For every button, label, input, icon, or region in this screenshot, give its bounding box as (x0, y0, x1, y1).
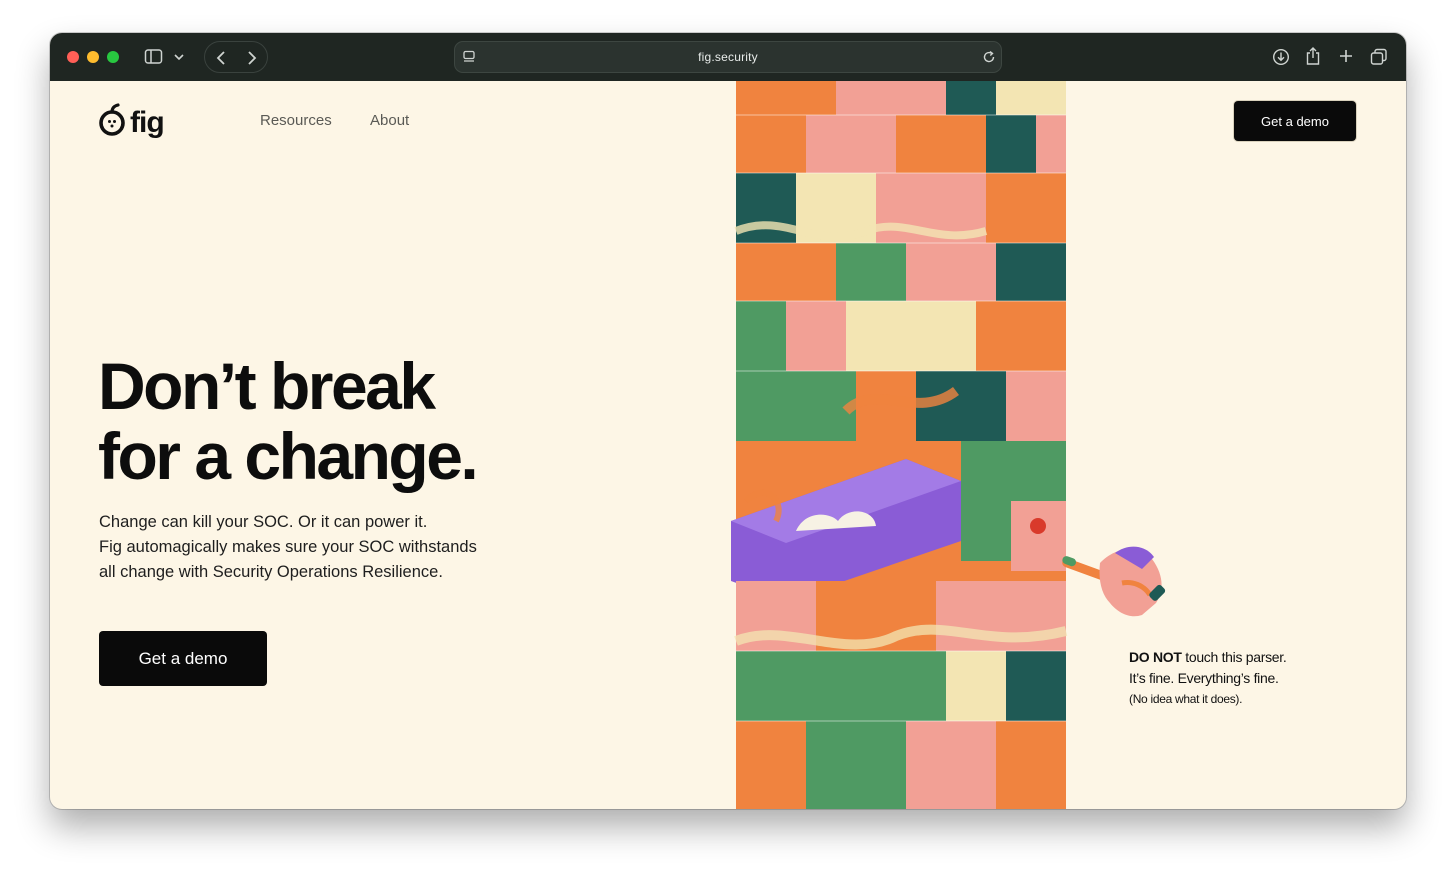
caption-rest: touch this parser. (1181, 649, 1287, 665)
fig-logo[interactable]: fig (98, 103, 165, 142)
caption-line-3: (No idea what it does). (1129, 692, 1243, 706)
address-bar[interactable]: fig.security (454, 41, 1002, 73)
hero-get-demo-button[interactable]: Get a demo (99, 631, 267, 686)
hero-headline: Don’t break for a change. (98, 349, 479, 493)
block-tower-illustration (731, 81, 1068, 809)
caption-line-1: DO NOT touch this parser. (1129, 647, 1287, 668)
tabs-overview-icon[interactable] (1370, 48, 1388, 71)
url-text: fig.security (698, 50, 758, 64)
caption-bold: DO NOT (1129, 649, 1182, 665)
chevron-down-icon[interactable] (173, 50, 185, 68)
download-icon[interactable] (1272, 48, 1290, 71)
nav-about[interactable]: About (370, 112, 409, 129)
fig-logo-icon (98, 103, 126, 142)
web-page: fig Resources About Get a demo Don’t bre… (50, 81, 1406, 809)
subcopy-line-1: Change can kill your SOC. Or it can powe… (99, 513, 428, 531)
illustration-caption: DO NOT touch this parser. It’s fine. Eve… (1129, 647, 1287, 709)
history-nav-group (204, 41, 268, 73)
new-tab-icon[interactable] (1338, 48, 1354, 69)
hero-subcopy: Change can kill your SOC. Or it can powe… (99, 510, 529, 585)
share-icon[interactable] (1305, 46, 1321, 71)
nav-resources[interactable]: Resources (260, 112, 332, 129)
reload-icon[interactable] (982, 50, 996, 69)
subcopy-line-2: Fig automagically makes sure your SOC wi… (99, 538, 477, 556)
minimize-window-button[interactable] (87, 51, 99, 63)
headline-line-1: Don’t break (98, 349, 436, 423)
browser-window: fig.security fig Resources About Get a d… (50, 33, 1406, 809)
logo-wordmark: fig (130, 105, 165, 139)
close-window-button[interactable] (67, 51, 79, 63)
sidebar-icon[interactable] (144, 48, 164, 71)
caption-line-2: It’s fine. Everything’s fine. (1129, 670, 1279, 686)
back-icon[interactable] (214, 50, 228, 71)
browser-titlebar: fig.security (50, 33, 1406, 81)
headline-line-2: for a change. (98, 419, 479, 493)
subcopy-line-3: all change with Security Operations Resi… (99, 563, 443, 581)
pointing-hand-icon (1062, 546, 1166, 617)
zoom-window-button[interactable] (107, 51, 119, 63)
forward-icon[interactable] (245, 50, 259, 71)
header-get-demo-button[interactable]: Get a demo (1234, 101, 1356, 141)
